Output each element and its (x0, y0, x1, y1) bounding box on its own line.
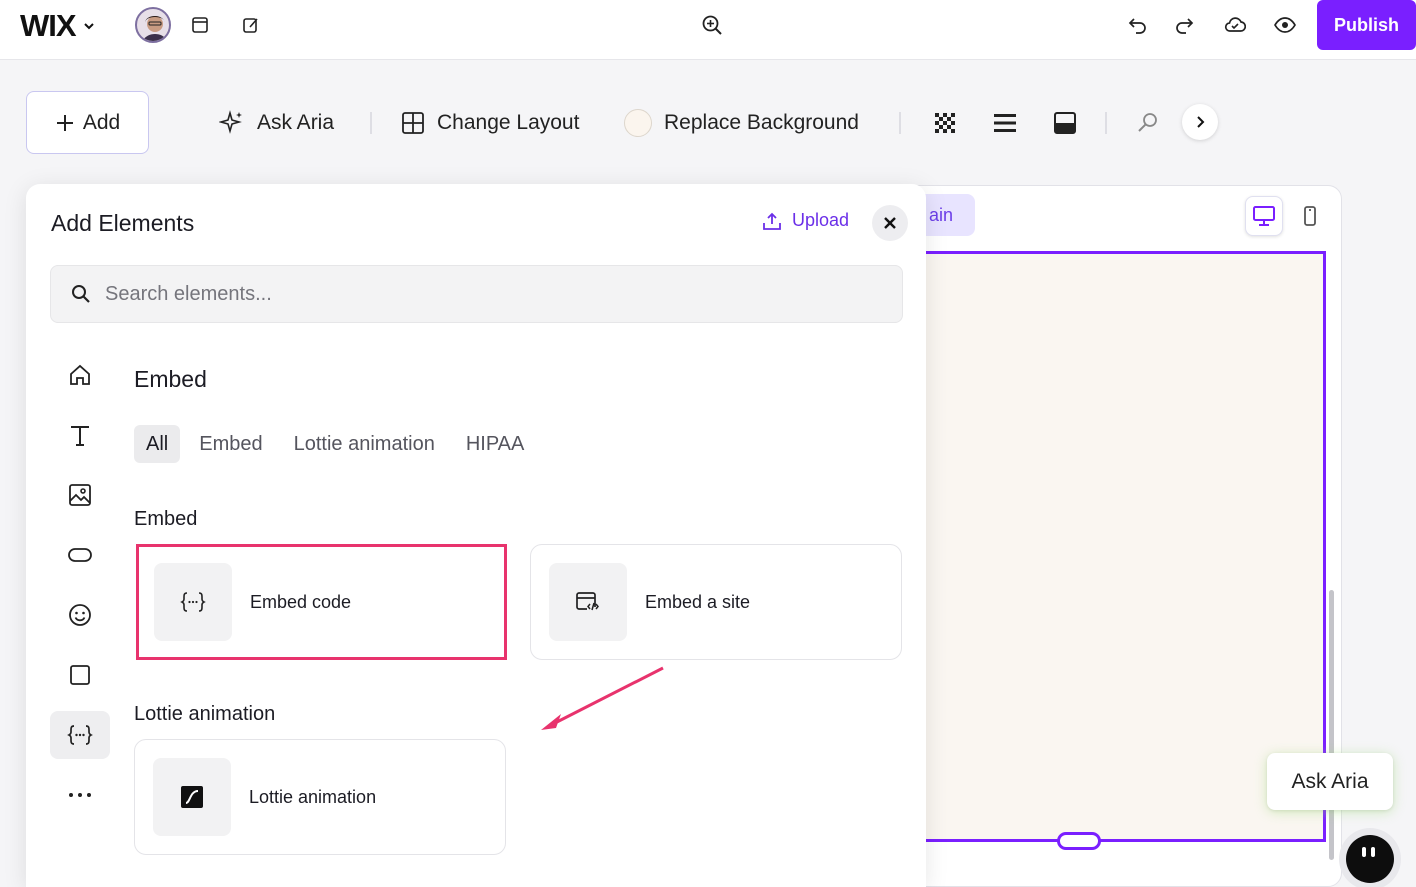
view-toggle (1245, 196, 1329, 236)
pages-icon[interactable] (188, 13, 212, 37)
background-swatch-icon (624, 109, 652, 137)
site-design-icon[interactable] (239, 13, 263, 37)
aria-assistant-icon[interactable] (1339, 828, 1401, 887)
replace-background-label: Replace Background (664, 111, 859, 134)
search-icon (72, 285, 90, 303)
upload-button[interactable]: Upload (762, 210, 849, 231)
upload-label: Upload (792, 210, 850, 230)
preview-eye-icon[interactable] (1273, 13, 1297, 37)
embed-code-label: Embed code (250, 591, 352, 612)
ask-aria-floating-button[interactable]: Ask Aria (1267, 753, 1393, 810)
replace-background-button[interactable]: Replace Background (624, 107, 859, 139)
close-panel-button[interactable] (872, 205, 908, 241)
layout-icon (402, 112, 424, 134)
add-elements-panel: Add Elements Upload Search elements... E… (26, 184, 926, 887)
top-bar: WIX Publish (0, 0, 1416, 60)
plus-icon (56, 114, 73, 131)
toolbar-next-button[interactable] (1182, 104, 1218, 140)
embed-code-icon (67, 725, 93, 745)
box-icon (70, 665, 90, 685)
embed-a-site-thumb (549, 563, 627, 641)
undo-icon[interactable] (1126, 13, 1150, 37)
sparkle-icon (219, 110, 242, 134)
chevron-down-icon (83, 23, 94, 30)
lottie-animation-thumb (153, 758, 231, 836)
category-decorative[interactable] (50, 591, 110, 639)
lottie-icon (181, 786, 203, 808)
embed-a-site-label: Embed a site (645, 591, 751, 612)
button-icon (68, 548, 92, 562)
add-button[interactable]: Add (26, 91, 149, 154)
search-input[interactable] (105, 282, 865, 306)
toolbar-divider (370, 112, 372, 134)
tab-hipaa[interactable]: HIPAA (454, 425, 537, 463)
ask-aria-label: Ask Aria (257, 111, 335, 134)
code-braces-icon (180, 592, 206, 612)
lottie-animation-label: Lottie animation (249, 786, 377, 807)
redo-icon[interactable] (1172, 13, 1196, 37)
section-background-icon[interactable] (1051, 109, 1079, 137)
texture-icon[interactable] (931, 109, 959, 137)
section-resize-handle[interactable] (1057, 832, 1101, 850)
page-section-canvas[interactable] (900, 251, 1326, 842)
cloud-save-icon[interactable] (1223, 13, 1247, 37)
canvas-scrollbar[interactable] (1329, 590, 1334, 860)
filter-tabs: All Embed Lottie animation HIPAA (134, 425, 543, 463)
more-icon (69, 793, 91, 797)
close-icon (884, 217, 896, 229)
embed-code-thumb (154, 563, 232, 641)
magic-search-icon[interactable] (1134, 109, 1162, 137)
avatar[interactable] (135, 7, 171, 43)
wix-logo-menu[interactable]: WIX (20, 8, 96, 44)
chevron-right-icon (1197, 116, 1205, 128)
smiley-icon (69, 604, 91, 626)
text-icon (71, 426, 89, 446)
tab-embed[interactable]: Embed (187, 425, 274, 463)
panel-title: Add Elements (51, 210, 195, 236)
category-image[interactable] (50, 471, 110, 519)
group-label-embed: Embed (134, 508, 198, 530)
embed-code-card[interactable]: Embed code (136, 544, 507, 660)
zoom-icon[interactable] (700, 13, 724, 37)
ask-aria-button[interactable]: Ask Aria (219, 107, 334, 139)
home-icon (70, 364, 90, 385)
category-button[interactable] (50, 531, 110, 579)
upload-icon (763, 212, 781, 230)
category-home[interactable] (50, 351, 110, 399)
embed-a-site-card[interactable]: Embed a site (530, 544, 902, 660)
mobile-icon (1304, 206, 1316, 226)
add-button-label: Add (82, 110, 121, 134)
category-box[interactable] (50, 651, 110, 699)
category-embed-code[interactable] (50, 711, 110, 759)
tab-all[interactable]: All (134, 425, 181, 463)
category-text[interactable] (50, 411, 110, 459)
desktop-view-button[interactable] (1245, 196, 1284, 236)
wix-logo: WIX (20, 8, 77, 43)
aria-face (1346, 835, 1394, 883)
mobile-view-button[interactable] (1291, 196, 1329, 236)
group-label-lottie: Lottie animation (134, 703, 276, 725)
search-elements-box (50, 265, 903, 323)
section-heading: Embed (134, 366, 207, 392)
align-menu-icon[interactable] (991, 109, 1019, 137)
change-layout-button[interactable]: Change Layout (401, 107, 579, 139)
publish-button[interactable]: Publish (1317, 0, 1416, 50)
tab-lottie-animation[interactable]: Lottie animation (282, 425, 447, 463)
category-more[interactable] (50, 771, 110, 819)
lottie-animation-card[interactable]: Lottie animation (134, 739, 506, 855)
desktop-icon (1253, 206, 1276, 226)
change-layout-label: Change Layout (437, 111, 580, 134)
toolbar-divider (1105, 112, 1107, 134)
embed-site-icon (576, 592, 599, 611)
toolbar-divider (899, 112, 901, 134)
image-icon (69, 484, 91, 506)
